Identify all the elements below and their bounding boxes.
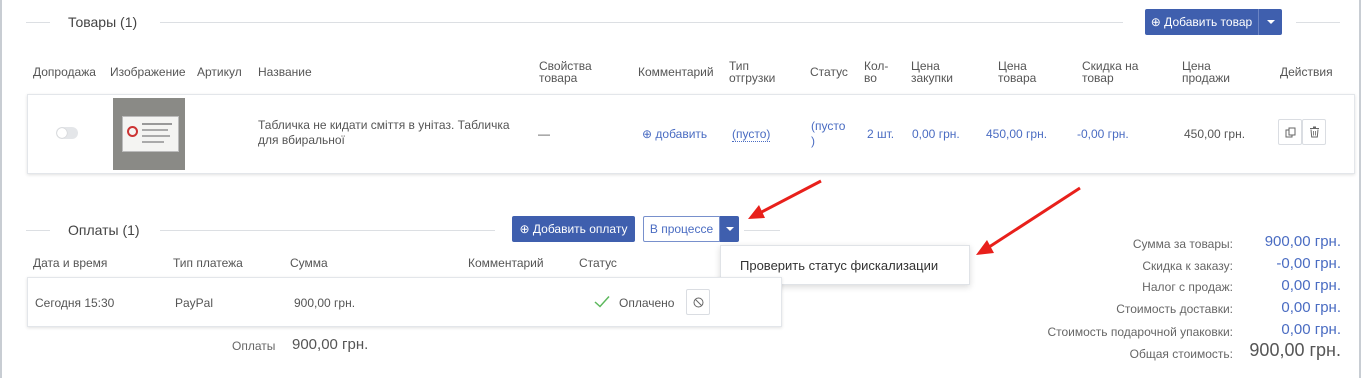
summary-label: Стоимость доставки: (1116, 302, 1233, 316)
summary-value: 900,00 грн. (1249, 340, 1341, 360)
col-price-line2: товара (998, 71, 1037, 85)
products-section-title: Товары (1) (68, 14, 138, 30)
product-image-sign (122, 116, 179, 152)
col-sku: Артикул (197, 65, 242, 79)
purchase-price-value[interactable]: 0,00 грн. (912, 127, 960, 141)
chevron-down-icon (1266, 20, 1275, 24)
summary-label: Скидка к заказу: (1142, 259, 1233, 273)
payment-status-dropdown-toggle[interactable] (720, 216, 739, 242)
item-status-line2: ) (811, 134, 815, 148)
item-discount-value[interactable]: -0,00 грн. (1077, 127, 1129, 141)
payments-total-label: Оплаты (232, 339, 276, 353)
toggle-knob (57, 128, 67, 138)
qty-value[interactable]: 2 шт. (867, 127, 894, 141)
cancel-payment-button[interactable] (686, 289, 710, 315)
no-sign-icon (127, 126, 138, 137)
table-row: Табличка не кидати сміття в унітаз. Табл… (27, 94, 1355, 174)
col-props: Свойства товара (539, 60, 592, 84)
col-upsell: Допродажа (33, 65, 96, 79)
payment-status: Оплачено (619, 296, 675, 310)
col-qty-line2: во (864, 71, 877, 85)
section-rule (1296, 22, 1340, 23)
payment-status-button[interactable]: В процессе (643, 216, 720, 242)
summary-value: 0,00 грн. (1281, 299, 1341, 316)
col-payment-status: Статус (579, 256, 617, 270)
col-datetime: Дата и время (33, 256, 108, 270)
item-price-value[interactable]: 450,00 грн. (986, 127, 1047, 141)
product-name: Табличка не кидати сміття в унітаз. Табл… (258, 118, 510, 148)
add-product-dropdown-toggle[interactable] (1258, 9, 1282, 35)
arrow-to-fiscal-item (976, 186, 1081, 255)
section-rule (744, 230, 780, 231)
col-actions: Действия (1280, 65, 1333, 79)
col-item-price: Цена товара (998, 60, 1036, 84)
col-ship-line2: отгрузки (729, 71, 776, 85)
payment-amount: 900,00 грн. (294, 296, 356, 310)
summary-value: 0,00 грн. (1281, 277, 1341, 294)
section-rule (26, 230, 50, 231)
col-props-line2: товара (539, 71, 578, 85)
col-status: Статус (810, 65, 848, 79)
product-props: — (538, 127, 550, 141)
col-discount-line2: товар (1082, 71, 1114, 85)
col-item-discount: Скидка на товар (1082, 60, 1138, 84)
sign-text-line (142, 129, 168, 131)
trash-icon (1309, 126, 1319, 138)
summary-label: Стоимость подарочной упаковки: (1047, 325, 1233, 339)
product-image[interactable] (113, 98, 185, 170)
summary-value: 900,00 грн. (1264, 233, 1341, 250)
col-purchase-price: Цена закупки (911, 60, 953, 84)
copy-button[interactable] (1278, 119, 1302, 145)
summary-label: Общая стоимость: (1129, 347, 1233, 361)
section-rule (26, 22, 50, 23)
ship-type-value: (пусто) (732, 127, 771, 142)
product-name-line2: для вбиральної (258, 133, 345, 147)
summary-value: -0,00 грн. (1276, 255, 1341, 272)
item-status-line1: (пусто (811, 119, 846, 133)
section-rule (160, 22, 1123, 23)
col-sale-line2: продажи (1182, 71, 1230, 85)
chevron-down-icon (725, 227, 734, 231)
payments-total-value: 900,00 грн. (292, 336, 369, 353)
sign-text-line (142, 135, 170, 137)
delete-button[interactable] (1302, 119, 1326, 145)
col-ship-type: Тип отгрузки (729, 60, 775, 84)
sign-text-line (142, 123, 172, 125)
frame-border-left (0, 0, 2, 378)
payment-type: PayPal (175, 296, 214, 310)
arrow-to-status-toggle (748, 179, 822, 219)
col-comment: Комментарий (638, 65, 714, 79)
payment-datetime: Сегодня 15:30 (35, 296, 115, 310)
col-sale-price: Цена продажи (1182, 60, 1230, 84)
col-payment-type: Тип платежа (173, 256, 243, 270)
sale-price-value: 450,00 грн. (1184, 127, 1246, 141)
check-fiscal-status-item[interactable]: Проверить статус фискализации (740, 258, 938, 273)
ship-type-link[interactable]: (пусто) (732, 127, 771, 142)
summary-label: Налог с продаж: (1142, 280, 1233, 294)
check-icon (594, 295, 610, 308)
col-qty: Кол-во (864, 60, 888, 84)
summary-label: Сумма за товары: (1132, 237, 1233, 251)
col-payment-comment: Комментарий (468, 256, 544, 270)
col-amount: Сумма (290, 256, 328, 270)
add-product-button[interactable]: ⊕ Добавить товар (1145, 9, 1258, 35)
upsell-toggle[interactable] (56, 127, 78, 139)
payments-section-title: Оплаты (1) (68, 222, 140, 238)
summary-value: 0,00 грн. (1281, 321, 1341, 338)
ban-icon (693, 297, 703, 307)
add-comment-link[interactable]: ⊕ добавить (642, 127, 707, 141)
product-name-line1: Табличка не кидати сміття в унітаз. Табл… (258, 118, 510, 132)
add-payment-button[interactable]: ⊕ Добавить оплату (512, 216, 635, 242)
col-image: Изображение (110, 65, 186, 79)
copy-icon (1285, 127, 1295, 137)
item-status-link[interactable]: (пусто) (811, 119, 845, 149)
table-row: Сегодня 15:30 PayPal 900,00 грн. Оплачен… (27, 277, 782, 327)
section-rule (160, 230, 495, 231)
col-purchase-line2: закупки (911, 71, 954, 85)
col-name: Название (258, 65, 312, 79)
sign-text-line (142, 141, 164, 143)
